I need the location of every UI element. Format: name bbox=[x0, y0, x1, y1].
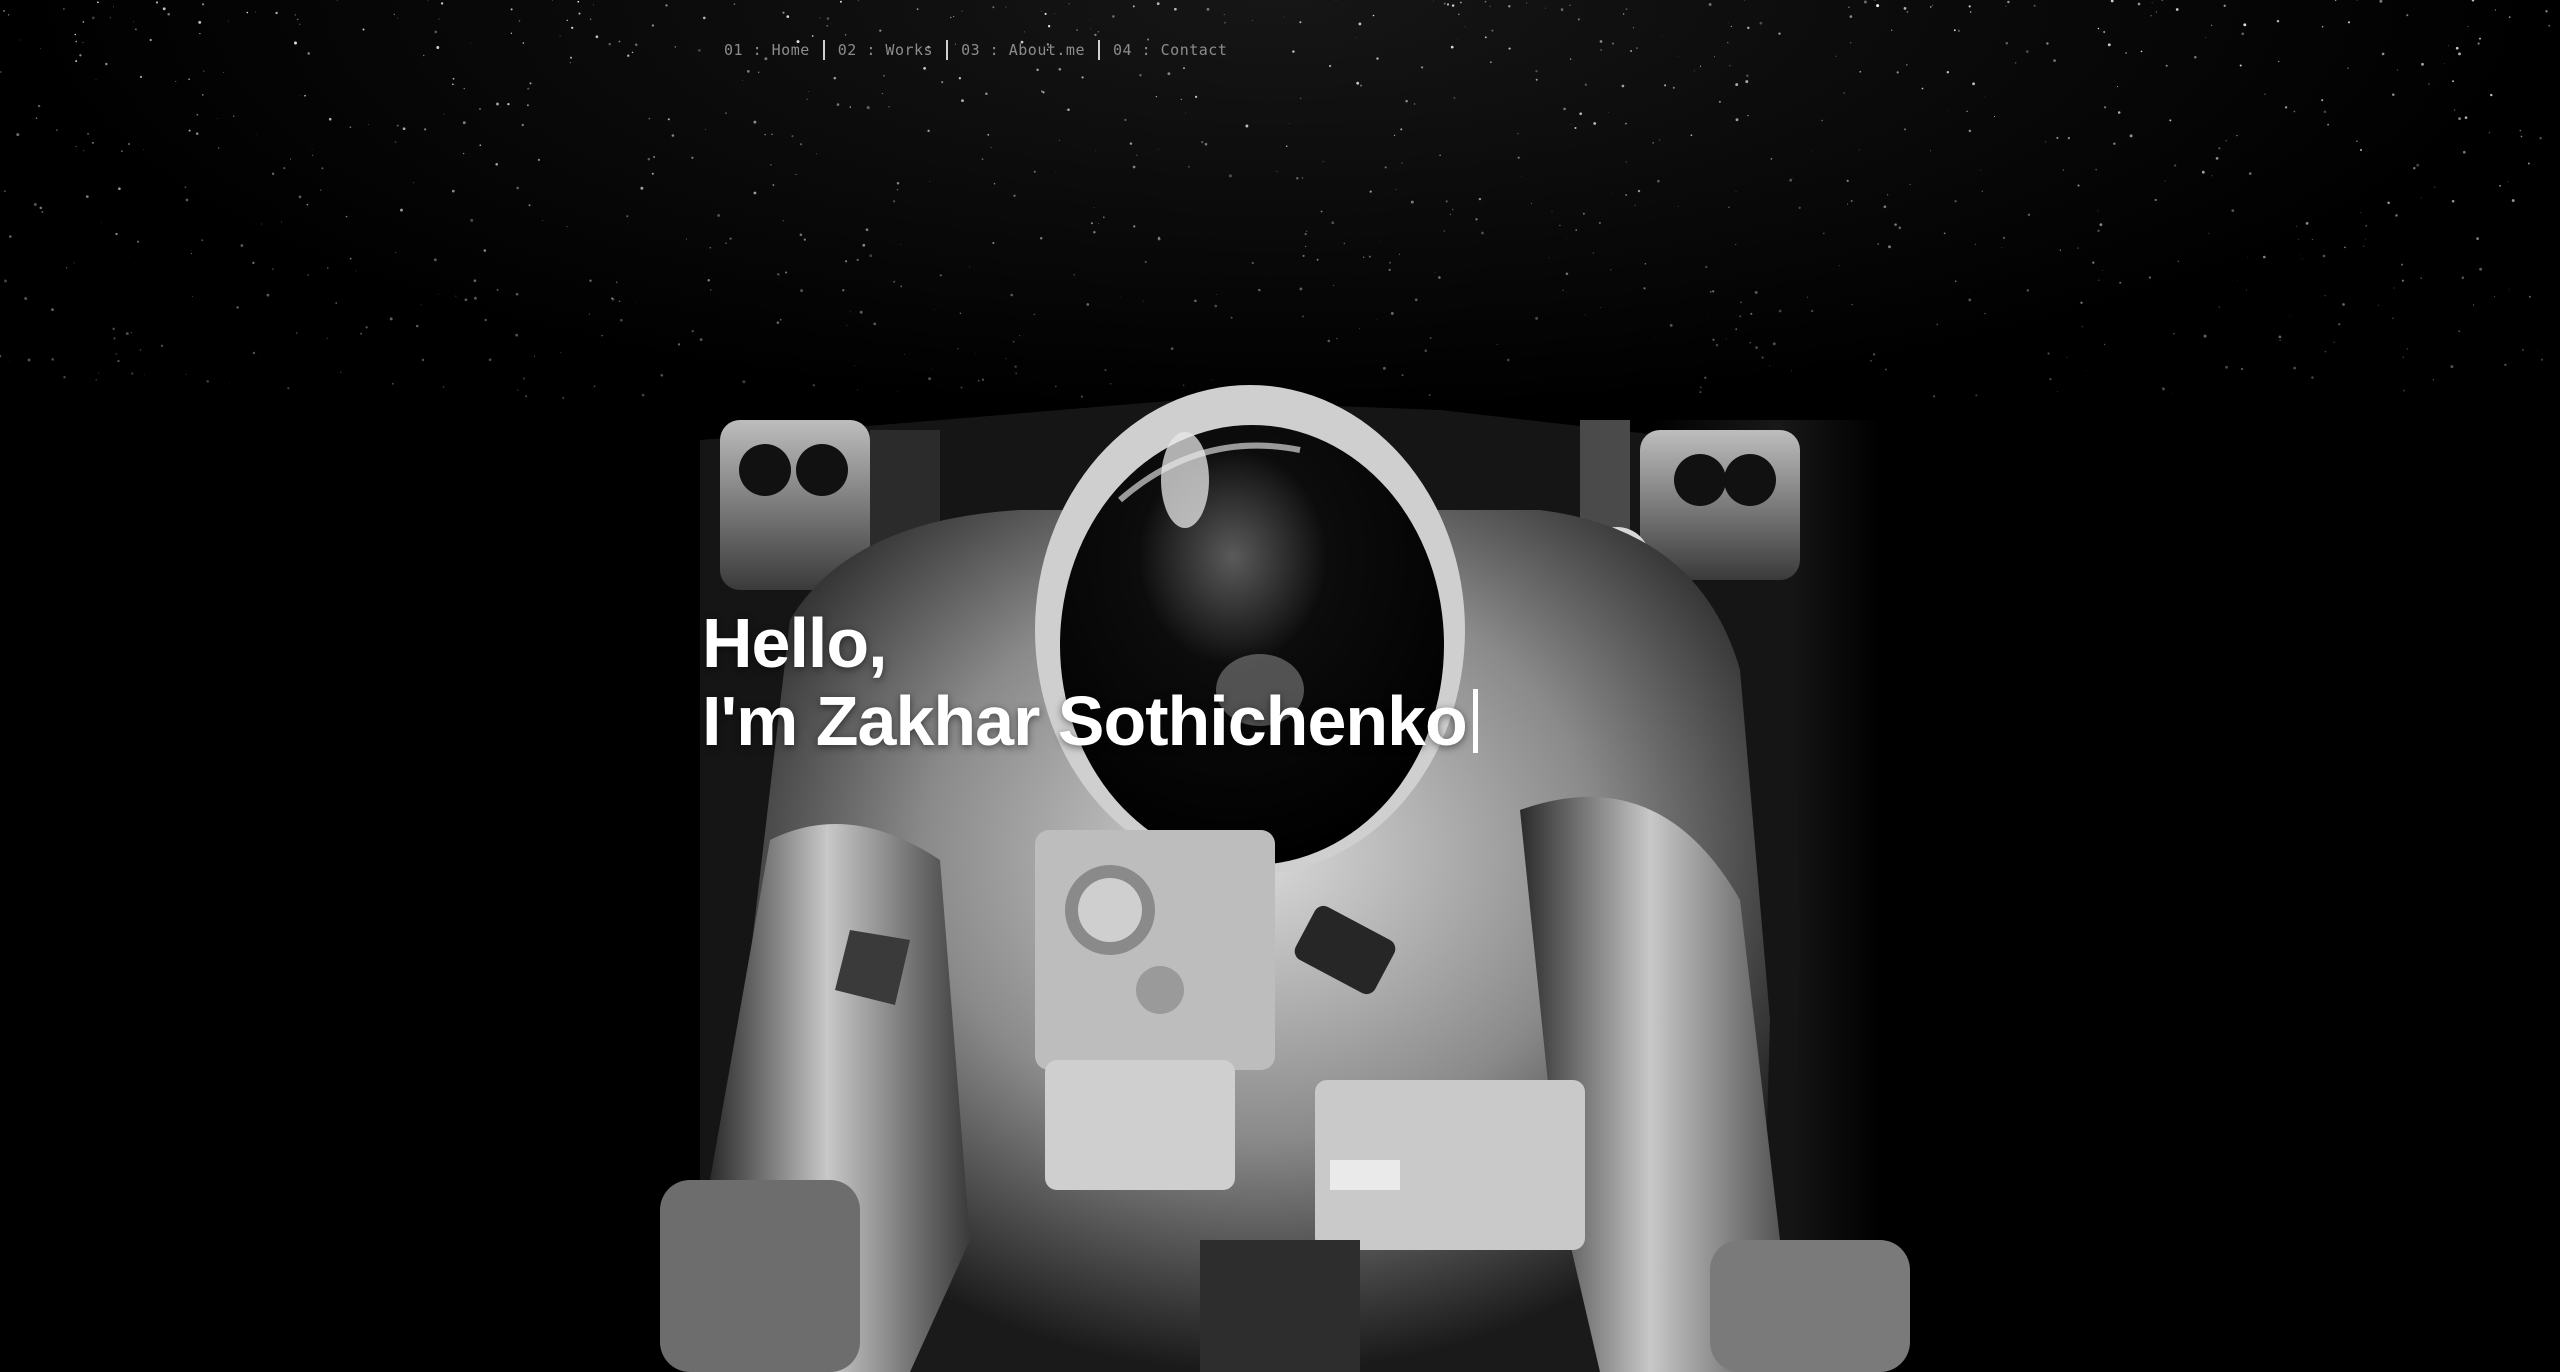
nav-item-about[interactable]: 03 : About.me bbox=[948, 41, 1098, 59]
hero-name-line: I'm Zakhar Sothichenko bbox=[702, 682, 1478, 760]
nav-item-home[interactable]: 01 : Home bbox=[724, 41, 823, 59]
nav-item-works[interactable]: 02 : Works bbox=[825, 41, 946, 59]
nav-item-contact[interactable]: 04 : Contact bbox=[1100, 41, 1240, 59]
page: 01 : Home 02 : Works 03 : About.me 04 : … bbox=[0, 0, 2560, 1372]
hero-greeting: Hello, bbox=[702, 604, 888, 682]
hero-name: I'm Zakhar Sothichenko bbox=[702, 682, 1468, 760]
astronaut-illustration bbox=[660, 385, 1910, 1372]
hero-heading: Hello, I'm Zakhar Sothichenko bbox=[702, 604, 1478, 760]
typing-cursor bbox=[1472, 689, 1478, 753]
main-navigation: 01 : Home 02 : Works 03 : About.me 04 : … bbox=[724, 38, 1240, 62]
